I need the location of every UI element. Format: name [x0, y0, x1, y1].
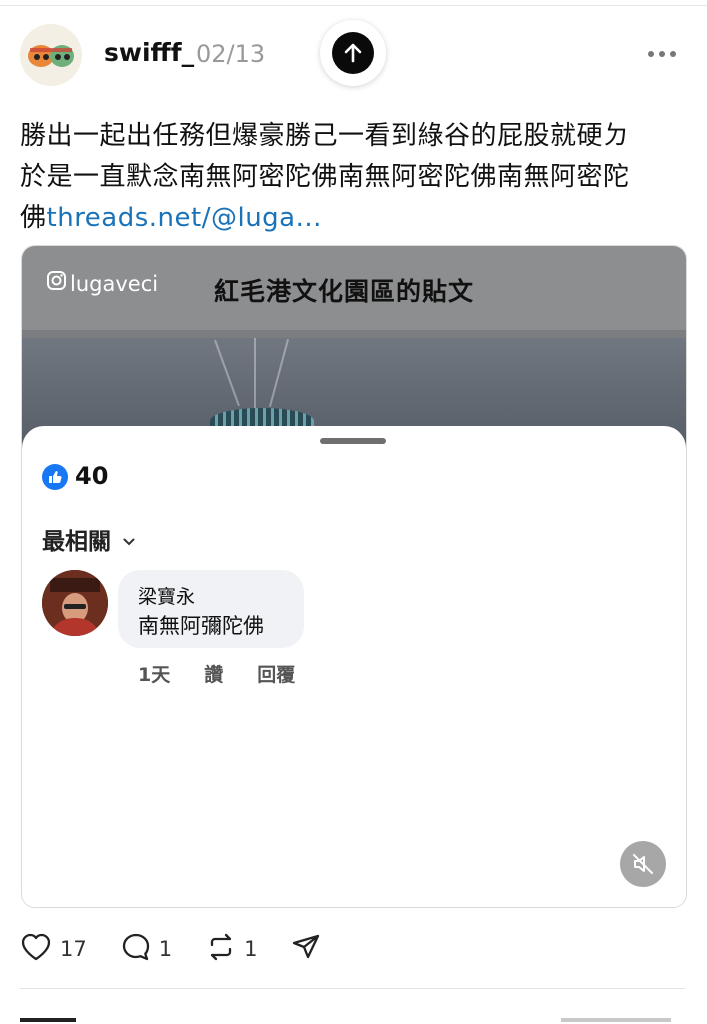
- sort-dropdown[interactable]: 最相關: [42, 522, 135, 556]
- light-beam: [254, 338, 256, 408]
- comment-button[interactable]: 1: [121, 932, 172, 967]
- reaction-count: 40: [75, 462, 109, 490]
- instagram-icon: [46, 270, 68, 297]
- repost-count: 1: [244, 937, 258, 961]
- header-stripe: [22, 330, 686, 338]
- like-button[interactable]: 17: [20, 932, 87, 967]
- next-section-link: [561, 1018, 671, 1022]
- light-beam: [214, 339, 240, 407]
- media-header: lugaveci 紅毛港文化園區的貼文: [22, 246, 686, 338]
- post-body: 勝出一起出任務但爆豪勝己一看到綠谷的屁股就硬ㄉ 於是一直默念南無阿密陀佛南無阿密…: [20, 116, 670, 239]
- repost-button[interactable]: 1: [206, 932, 257, 967]
- like-count: 17: [60, 937, 87, 961]
- sort-label: 最相關: [42, 529, 111, 555]
- instagram-username: lugaveci: [70, 271, 159, 296]
- more-icon[interactable]: [648, 44, 684, 64]
- user-avatar[interactable]: [20, 24, 82, 86]
- post-divider: [20, 988, 685, 989]
- comment-icon: [121, 932, 151, 967]
- mute-icon[interactable]: [620, 841, 666, 887]
- commenter-avatar[interactable]: [42, 570, 108, 636]
- up-arrow-icon: [332, 32, 374, 74]
- post-text-line: 勝出一起出任務但爆豪勝己一看到綠谷的屁股就硬ㄉ: [20, 121, 630, 151]
- post-action-bar: 17 1 1: [20, 930, 355, 968]
- share-button[interactable]: [291, 932, 321, 967]
- repost-icon: [206, 932, 236, 967]
- comment-count: 1: [158, 937, 173, 961]
- scroll-top-button[interactable]: [320, 20, 386, 86]
- heart-icon: [20, 932, 52, 967]
- next-section-heading: [20, 1018, 76, 1022]
- next-section-peek: [20, 1012, 685, 1024]
- comment-text: 南無阿彌陀佛: [138, 614, 264, 638]
- comment-bubble: 梁寶永 南無阿彌陀佛: [118, 570, 304, 648]
- light-beam: [268, 338, 290, 408]
- media-card[interactable]: lugaveci 紅毛港文化園區的貼文 40 最相關 梁寶永 南無阿彌陀佛 1天…: [21, 245, 687, 908]
- instagram-handle: lugaveci: [46, 270, 158, 297]
- share-icon: [291, 932, 321, 967]
- comment-actions: 1天 讚 回覆: [138, 660, 295, 687]
- comment-reply-button[interactable]: 回覆: [257, 660, 295, 687]
- thumbs-up-icon: [42, 464, 68, 490]
- comment-sheet: 40 最相關 梁寶永 南無阿彌陀佛 1天 讚 回覆: [22, 426, 686, 907]
- comment-time: 1天: [138, 664, 171, 686]
- post-link[interactable]: threads.net/@luga...: [47, 203, 322, 233]
- username[interactable]: swifff_: [104, 38, 194, 67]
- top-divider: [0, 0, 707, 6]
- post-text-line: 佛: [20, 203, 47, 233]
- post-date: 02/13: [196, 40, 266, 68]
- post-text-line: 於是一直默念南無阿密陀佛南無阿密陀佛南無阿密陀: [20, 162, 630, 192]
- comment-author[interactable]: 梁寶永: [138, 582, 195, 609]
- media-title: 紅毛港文化園區的貼文: [214, 277, 475, 306]
- comment-like-button[interactable]: 讚: [204, 660, 223, 687]
- sheet-handle[interactable]: [320, 438, 386, 444]
- chevron-down-icon: [123, 526, 135, 552]
